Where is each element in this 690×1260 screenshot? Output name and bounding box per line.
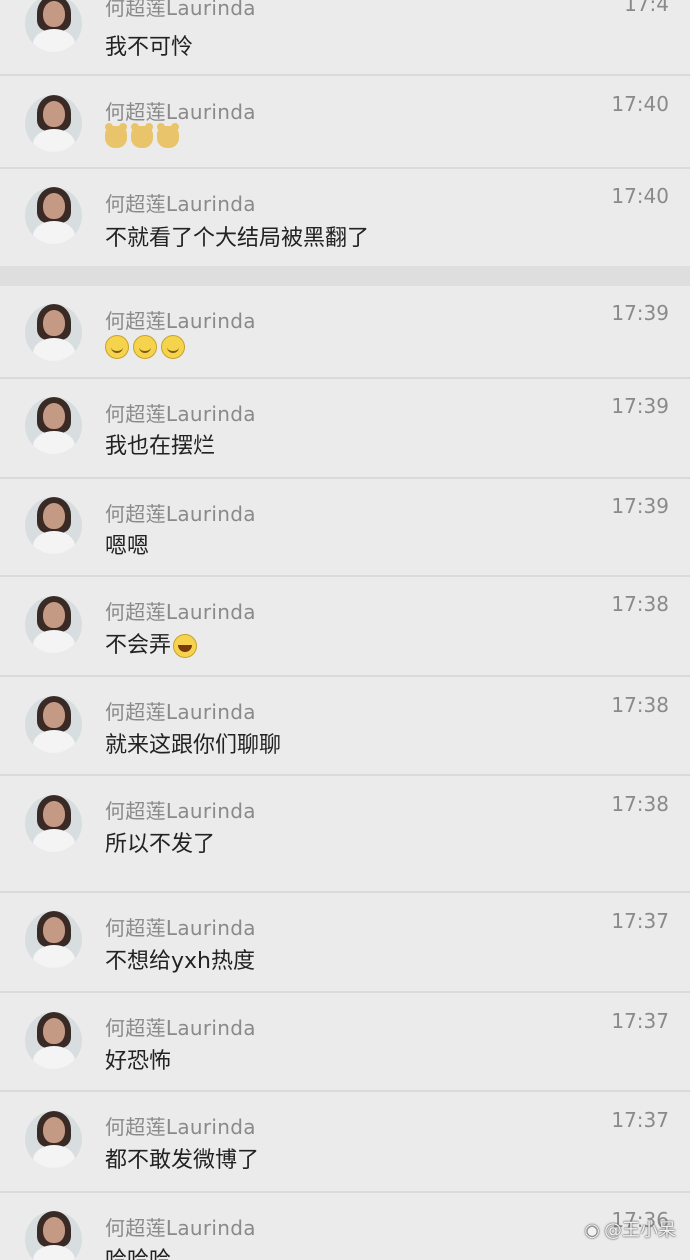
message-emoji (105, 334, 189, 359)
message-time: 17:4 (624, 0, 669, 16)
section-gap (0, 266, 690, 286)
list-item[interactable]: 何超莲Laurinda 17:38 就来这跟你们聊聊 (0, 677, 690, 776)
list-item[interactable]: 何超莲Laurinda 17:39 我也在摆烂 (0, 379, 690, 479)
list-item[interactable]: 何超莲Laurinda 17:37 好恐怖 (0, 993, 690, 1092)
sender-name: 何超莲Laurinda (105, 0, 256, 20)
message-text: 不就看了个大结局被黑翻了 (105, 226, 370, 251)
avatar (25, 596, 82, 653)
message-time: 17:38 (611, 792, 669, 816)
bear-emoji-icon (131, 123, 153, 148)
message-text: 都不敢发微博了 (105, 1148, 260, 1173)
sender-name: 何超莲Laurinda (105, 600, 256, 624)
bear-emoji-icon (157, 123, 179, 148)
sender-name: 何超莲Laurinda (105, 1216, 256, 1240)
avatar (25, 304, 82, 361)
message-text: 我也在摆烂 (105, 434, 216, 459)
message-time: 17:40 (611, 184, 669, 208)
list-item[interactable]: 何超莲Laurinda 17:37 都不敢发微博了 (0, 1092, 690, 1193)
watermark-text: @王小呆 (604, 1220, 676, 1241)
avatar (25, 795, 82, 852)
laugh-emoji-icon (173, 634, 198, 658)
list-item[interactable]: 何超莲Laurinda 17:40 不就看了个大结局被黑翻了 (0, 169, 690, 266)
message-text: 好恐怖 (105, 1049, 172, 1074)
message-time: 17:40 (611, 92, 669, 116)
smile-emoji-icon (133, 335, 157, 359)
smile-emoji-icon (105, 335, 129, 359)
avatar (25, 1111, 82, 1168)
sender-name: 何超莲Laurinda (105, 402, 256, 426)
weibo-icon: ◉ (584, 1220, 600, 1241)
message-time: 17:38 (611, 592, 669, 616)
message-text: 就来这跟你们聊聊 (105, 733, 282, 758)
avatar (25, 911, 82, 968)
message-time: 17:39 (611, 301, 669, 325)
message-time: 17:37 (611, 1108, 669, 1132)
list-item[interactable]: 何超莲Laurinda 17:37 不想给yxh热度 (0, 893, 690, 993)
list-item[interactable]: 何超莲Laurinda 17:38 所以不发了 (0, 776, 690, 893)
sender-name: 何超莲Laurinda (105, 1016, 256, 1040)
avatar (25, 696, 82, 753)
message-text: 我不可怜 (105, 35, 194, 60)
smile-emoji-icon (161, 335, 185, 359)
sender-name: 何超莲Laurinda (105, 799, 256, 823)
avatar (25, 95, 82, 152)
sender-name: 何超莲Laurinda (105, 700, 256, 724)
message-text-with-emoji: 不会弄 (105, 627, 198, 659)
message-text: 不想给yxh热度 (105, 949, 255, 974)
sender-name: 何超莲Laurinda (105, 309, 256, 333)
sender-name: 何超莲Laurinda (105, 916, 256, 940)
message-emoji (105, 123, 183, 149)
message-text: 不会弄 (105, 633, 172, 658)
sender-name: 何超莲Laurinda (105, 192, 256, 216)
message-text: 哈哈哈 (105, 1242, 171, 1260)
avatar (25, 1211, 82, 1260)
avatar (25, 497, 82, 554)
list-item[interactable]: 何超莲Laurinda 17:4 我不可怜 (0, 0, 690, 76)
avatar (25, 397, 82, 454)
bear-emoji-icon (105, 123, 127, 148)
sender-name: 何超莲Laurinda (105, 100, 256, 124)
list-item[interactable]: 何超莲Laurinda 17:40 (0, 76, 690, 169)
message-time: 17:39 (611, 494, 669, 518)
avatar (25, 187, 82, 244)
message-time: 17:37 (611, 1009, 669, 1033)
message-time: 17:38 (611, 693, 669, 717)
avatar (25, 0, 82, 52)
watermark: ◉ @王小呆 (584, 1216, 676, 1242)
sender-name: 何超莲Laurinda (105, 502, 256, 526)
avatar (25, 1012, 82, 1069)
sender-name: 何超莲Laurinda (105, 1115, 256, 1139)
message-text: 所以不发了 (105, 832, 216, 857)
list-item[interactable]: 何超莲Laurinda 17:39 嗯嗯 (0, 479, 690, 577)
list-item[interactable]: 何超莲Laurinda 17:39 (0, 286, 690, 379)
message-time: 17:39 (611, 394, 669, 418)
message-time: 17:37 (611, 909, 669, 933)
list-item[interactable]: 何超莲Laurinda 17:38 不会弄 (0, 577, 690, 677)
message-text: 嗯嗯 (105, 534, 150, 559)
